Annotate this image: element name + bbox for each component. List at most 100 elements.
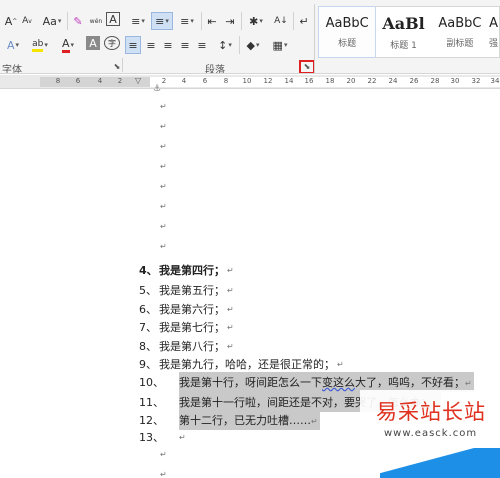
divider	[239, 36, 240, 54]
highlight-button[interactable]: ab ▾	[28, 36, 52, 54]
list-text: 我是第五行；	[159, 284, 225, 297]
font-dialog-launcher-icon[interactable]: ⬊	[112, 62, 122, 72]
paragraph-mark: ↵	[179, 432, 186, 442]
font-color-button[interactable]: A ▾	[56, 36, 80, 54]
shading-button[interactable]: ◆ ▾	[242, 36, 264, 54]
change-case-button[interactable]: Aa ▾	[40, 12, 64, 30]
ruler-tick: 28	[430, 77, 440, 85]
chinese-layout-button[interactable]: ✱ ▾	[245, 12, 267, 30]
chevron-down-icon: ▾	[57, 17, 62, 25]
show-marks-button[interactable]: ↵	[296, 12, 312, 30]
align-left-button[interactable]: ≡	[125, 36, 141, 54]
list-item[interactable]: 6、 我是第六行； ↵	[139, 301, 234, 317]
paragraph-mark: ↵	[337, 359, 344, 369]
list-item[interactable]: 7、 我是第七行； ↵	[139, 319, 234, 335]
list-text: 我是第四行；	[159, 264, 225, 277]
phonetic-guide-button[interactable]: wén	[88, 12, 104, 30]
ruler-tick: 34	[490, 77, 500, 85]
indent-marker-icon[interactable]: ▽	[135, 76, 141, 85]
paragraph-mark: ↵	[227, 285, 234, 295]
increase-indent-button[interactable]: ⇥	[222, 12, 238, 30]
list-number: 10、	[139, 376, 164, 389]
clear-format-icon[interactable]: ✎	[70, 12, 86, 30]
numbering-button[interactable]: ≡ ▾	[151, 12, 173, 30]
style-subtitle[interactable]: AaBbC 副标题	[432, 7, 488, 57]
borders-button[interactable]: ▦ ▾	[268, 36, 292, 54]
list-number: 13、	[139, 431, 164, 444]
list-item[interactable]: 4、 我是第四行； ↵	[139, 262, 234, 278]
list-item[interactable]: 5、 我是第五行； ↵	[139, 282, 234, 298]
ruler-tick: 22	[367, 77, 377, 85]
list-number: 11、	[139, 396, 164, 409]
anchor-icon: ⚓	[153, 84, 162, 94]
divider	[314, 4, 315, 73]
list-number: 5、	[139, 284, 157, 297]
horizontal-ruler[interactable]: ▽ 8 6 4 2 2 4 6 8 10 12 14 16 18 20 22 2…	[0, 75, 500, 89]
justify-button[interactable]: ≡	[177, 36, 193, 54]
paragraph-mark: ↵	[160, 102, 167, 111]
char-border-button[interactable]: A	[106, 12, 120, 26]
line-spacing-button[interactable]: ↕ ▾	[214, 36, 236, 54]
list-item[interactable]: 12、 第十二行，已无力吐槽……↵	[139, 410, 320, 430]
font-group-label: 字体	[2, 65, 22, 74]
list-text: 我是第八行；	[159, 340, 225, 353]
paragraph-mark: ↵	[160, 242, 167, 251]
list-item[interactable]: 13、 ↵	[139, 429, 186, 445]
list-item[interactable]: 9、 我是第九行，哈哈，还是很正常的； ↵	[139, 356, 344, 372]
list-text: 我是第七行；	[159, 321, 225, 334]
style-heading-1[interactable]: AaBl 标题 1	[375, 7, 431, 57]
multilevel-list-button[interactable]: ≡ ▾	[176, 12, 198, 30]
center-button[interactable]: ≡	[143, 36, 159, 54]
ruler-tick: 26	[409, 77, 419, 85]
style-name: 标题 1	[390, 40, 417, 51]
style-name: 副标题	[446, 38, 474, 49]
list-item[interactable]: 10、 我是第十行，呀间距怎么一下变这么大了，呜呜，不好看；↵	[139, 372, 474, 392]
bullets-button[interactable]: ≡ ▾	[127, 12, 149, 30]
style-emphasis[interactable]: A 强	[488, 7, 499, 57]
list-number: 4、	[139, 264, 158, 277]
distributed-button[interactable]: ≡	[194, 36, 210, 54]
site-watermark: 易采站长站 www.easck.com	[360, 390, 500, 478]
grow-font-button[interactable]: A ^	[4, 12, 18, 30]
list-item[interactable]: 8、 我是第八行； ↵	[139, 338, 234, 354]
ruler-tick: 2	[117, 77, 123, 85]
divider	[122, 58, 123, 72]
paragraph-mark: ↵	[227, 322, 234, 332]
char-shading-button[interactable]: A	[86, 36, 100, 50]
divider	[293, 12, 294, 30]
paragraph-mark: ↵	[227, 304, 234, 314]
paragraph-mark: ↵	[160, 450, 167, 459]
ruler-tick: 12	[263, 77, 273, 85]
align-right-button[interactable]: ≡	[160, 36, 176, 54]
spelling-error-text[interactable]: 变这么	[322, 376, 355, 389]
list-text: 我是第九行，哈哈，还是很正常的；	[159, 358, 335, 371]
list-number: 6、	[139, 303, 157, 316]
ruler-tick: 30	[450, 77, 460, 85]
style-title[interactable]: AaBbC 标题	[317, 6, 377, 58]
enclose-char-button[interactable]: 字	[104, 36, 120, 50]
divider	[67, 12, 68, 30]
ruler-tick: 16	[304, 77, 314, 85]
shrink-font-button[interactable]: Av	[20, 12, 34, 30]
watermark-url: www.easck.com	[384, 428, 478, 439]
style-name: 标题	[338, 38, 357, 49]
paragraph-mark: ↵	[465, 379, 472, 388]
ruler-tick: 8	[55, 77, 61, 85]
list-number: 12、	[139, 414, 164, 427]
list-text-part: 第十二行，已无力吐槽……	[179, 414, 311, 427]
paragraph-mark: ↵	[160, 182, 167, 191]
ruler-tick: 6	[202, 77, 208, 85]
highlight-box	[299, 60, 315, 73]
paragraph-mark: ↵	[227, 341, 234, 351]
style-name: 强	[489, 38, 499, 49]
ruler-tick: 4	[181, 77, 187, 85]
watermark-blue-stripe	[380, 448, 500, 478]
paragraph-mark: ↵	[160, 202, 167, 211]
style-sample: AaBl	[382, 13, 425, 33]
ruler-tick: 24	[388, 77, 398, 85]
decrease-indent-button[interactable]: ⇤	[204, 12, 220, 30]
list-text: 第十二行，已无力吐槽……↵	[179, 410, 320, 430]
text-effects-button[interactable]: A ▾	[2, 36, 24, 54]
ruler-tick: 20	[346, 77, 356, 85]
sort-button[interactable]: A↓	[272, 12, 290, 30]
